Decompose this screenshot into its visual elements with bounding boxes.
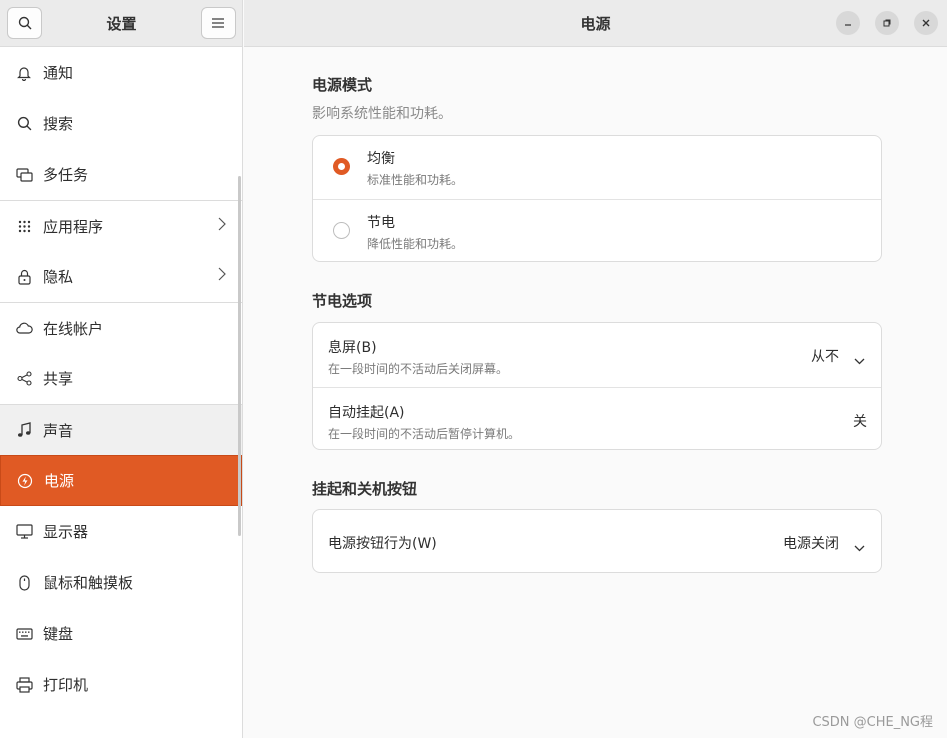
bell-icon — [15, 64, 33, 82]
option-label: 节电 — [367, 215, 395, 231]
sidebar-item-label: 通知 — [43, 64, 74, 82]
sidebar-item-label: 声音 — [43, 421, 74, 440]
screen-blank-value[interactable]: 从不 — [811, 346, 839, 366]
sidebar-item-sound[interactable]: 声音 — [0, 404, 242, 455]
keyboard-icon — [15, 625, 33, 643]
auto-suspend-row[interactable]: 自动挂起(A) 在一段时间的不活动后暂停计算机。 关 — [313, 387, 881, 450]
screen-blank-row[interactable]: 息屏(B) 在一段时间的不活动后关闭屏幕。 从不 — [313, 323, 881, 387]
sidebar-item-printers[interactable]: 打印机 — [0, 659, 242, 710]
chevron-down-icon[interactable] — [854, 537, 865, 556]
row-label: 电源按钮行为(W) — [328, 536, 437, 552]
chevron-right-icon — [218, 217, 226, 235]
sidebar-item-applications[interactable]: 应用程序 — [0, 200, 242, 251]
power-saving-card: 息屏(B) 在一段时间的不活动后关闭屏幕。 从不 自动挂起(A) 在一段时间的不… — [312, 322, 882, 450]
sidebar-item-label: 应用程序 — [43, 217, 104, 236]
chevron-down-icon[interactable] — [854, 350, 865, 369]
monitor-icon — [15, 523, 33, 541]
mouse-icon — [15, 574, 33, 592]
sidebar-item-label: 搜索 — [43, 115, 74, 133]
sidebar-item-label: 打印机 — [43, 676, 89, 694]
close-button[interactable] — [914, 11, 938, 35]
share-icon — [15, 370, 33, 388]
option-description: 标准性能和功耗。 — [367, 173, 464, 187]
row-label: 息屏(B) — [328, 340, 377, 356]
row-description: 在一段时间的不活动后暂停计算机。 — [328, 427, 521, 441]
restore-icon — [883, 19, 891, 27]
sidebar-item-label: 共享 — [43, 370, 74, 388]
option-description: 降低性能和功耗。 — [367, 237, 464, 251]
sidebar-item-mouse-touchpad[interactable]: 鼠标和触摸板 — [0, 557, 242, 608]
apps-grid-icon — [15, 217, 33, 235]
main-header: 电源 — [244, 0, 947, 47]
option-label: 均衡 — [367, 151, 395, 167]
power-button-behavior-value[interactable]: 电源关闭 — [783, 533, 839, 553]
sidebar-item-label: 显示器 — [43, 523, 89, 541]
sidebar-item-search[interactable]: 搜索 — [0, 98, 242, 149]
sidebar-item-multitasking[interactable]: 多任务 — [0, 149, 242, 200]
cloud-icon — [15, 319, 33, 337]
power-mode-option-balanced[interactable]: 均衡 标准性能和功耗。 — [313, 136, 881, 199]
power-button-card: 电源按钮行为(W) 电源关闭 — [312, 509, 882, 573]
hamburger-icon — [212, 18, 225, 28]
music-note-icon — [15, 421, 33, 439]
multitask-icon — [15, 166, 33, 184]
power-mode-card: 均衡 标准性能和功耗。 节电 降低性能和功耗。 — [312, 135, 882, 262]
sidebar-item-power[interactable]: 电源 — [0, 455, 242, 506]
sidebar-item-notifications[interactable]: 通知 — [0, 47, 242, 98]
page-title: 电源 — [580, 14, 611, 33]
printer-icon — [15, 676, 33, 694]
sidebar-header: 设置 — [0, 0, 242, 47]
window-controls — [836, 11, 938, 35]
power-saving-title: 节电选项 — [312, 292, 373, 310]
sidebar-item-keyboard[interactable]: 键盘 — [0, 608, 242, 659]
sidebar: 设置 通知 搜索 多任务 应用程序 隐私 在线帐户 共享 声音 电源 显示器 鼠… — [0, 0, 243, 738]
watermark: CSDN @CHE_NG程 — [812, 715, 933, 730]
minimize-icon — [845, 24, 851, 26]
sidebar-item-label: 鼠标和触摸板 — [43, 574, 134, 592]
sidebar-item-privacy[interactable]: 隐私 — [0, 251, 242, 302]
search-button[interactable] — [7, 7, 42, 39]
row-label: 自动挂起(A) — [328, 405, 405, 421]
radio-unselected[interactable] — [333, 222, 350, 239]
row-description: 在一段时间的不活动后关闭屏幕。 — [328, 362, 509, 376]
sidebar-item-label: 多任务 — [43, 166, 89, 184]
sidebar-list: 通知 搜索 多任务 应用程序 隐私 在线帐户 共享 声音 电源 显示器 鼠标和触… — [0, 47, 242, 710]
auto-suspend-value[interactable]: 关 — [853, 411, 867, 431]
search-icon — [18, 16, 31, 30]
sidebar-title: 设置 — [106, 14, 137, 33]
search-icon — [15, 115, 33, 133]
lock-icon — [15, 268, 33, 286]
menu-button[interactable] — [200, 7, 236, 39]
power-mode-section: 电源模式 影响系统性能和功耗。 — [312, 74, 452, 123]
minimize-button[interactable] — [836, 11, 860, 35]
power-mode-title: 电源模式 — [312, 76, 373, 94]
power-mode-option-power-saver[interactable]: 节电 降低性能和功耗。 — [313, 199, 881, 262]
sidebar-item-sharing[interactable]: 共享 — [0, 353, 242, 404]
sidebar-item-label: 隐私 — [43, 268, 74, 286]
power-button-behavior-row[interactable]: 电源按钮行为(W) 电源关闭 — [313, 510, 881, 572]
sidebar-item-online-accounts[interactable]: 在线帐户 — [0, 302, 242, 353]
chevron-right-icon — [218, 267, 226, 285]
sidebar-item-label: 键盘 — [43, 625, 74, 643]
sidebar-item-label: 电源 — [44, 472, 75, 490]
radio-selected[interactable] — [333, 158, 350, 175]
sidebar-item-displays[interactable]: 显示器 — [0, 506, 242, 557]
power-icon — [16, 472, 34, 490]
close-icon — [922, 19, 930, 27]
suspend-power-button-title: 挂起和关机按钮 — [312, 480, 418, 498]
sidebar-scrollbar[interactable] — [238, 176, 241, 536]
sidebar-item-label: 在线帐户 — [43, 319, 104, 338]
restore-button[interactable] — [875, 11, 899, 35]
power-mode-subtitle: 影响系统性能和功耗。 — [312, 106, 452, 122]
